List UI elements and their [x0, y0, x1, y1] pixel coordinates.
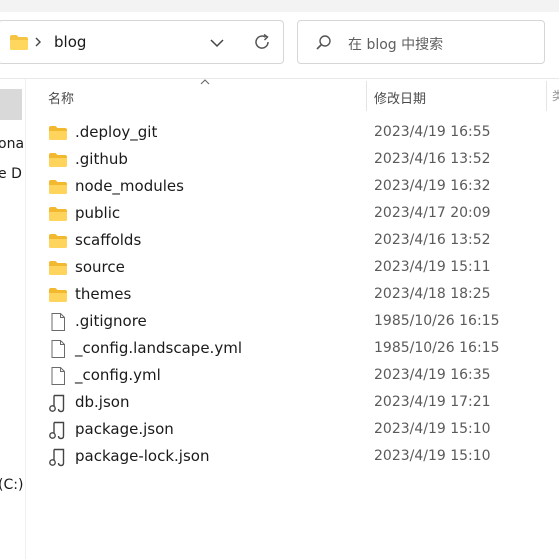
- file-name[interactable]: _config.landscape.yml: [75, 339, 242, 357]
- file-modified-date: 2023/4/19 16:32: [374, 178, 491, 194]
- file-name[interactable]: .gitignore: [75, 312, 147, 330]
- nav-item-fragment[interactable]: ona: [0, 136, 24, 152]
- folder-icon: [48, 177, 68, 197]
- file-modified-date: 2023/4/18 18:25: [374, 286, 491, 302]
- file-modified-date: 2023/4/16 13:52: [374, 151, 491, 167]
- file-name[interactable]: .github: [75, 150, 128, 168]
- file-modified-date: 2023/4/19 17:21: [374, 394, 491, 410]
- file-modified-date: 2023/4/19 15:10: [374, 448, 491, 464]
- file-modified-date: 2023/4/19 16:55: [374, 124, 491, 140]
- navigation-pane[interactable]: ona e D (C:): [0, 79, 24, 559]
- file-row[interactable]: package-lock.json 2023/4/19 15:10: [26, 443, 559, 470]
- file-modified-date: 2023/4/19 16:35: [374, 367, 491, 383]
- file-modified-date: 2023/4/19 15:11: [374, 259, 491, 275]
- file-name[interactable]: _config.yml: [75, 366, 161, 384]
- breadcrumb-current[interactable]: blog: [54, 33, 86, 51]
- file-name[interactable]: themes: [75, 285, 131, 303]
- chevron-down-icon[interactable]: [209, 35, 225, 54]
- file-row[interactable]: source 2023/4/19 15:11: [26, 254, 559, 281]
- file-name[interactable]: package-lock.json: [75, 447, 209, 465]
- chevron-right-icon[interactable]: [33, 34, 43, 54]
- file-modified-date: 2023/4/16 13:52: [374, 232, 491, 248]
- file-row[interactable]: themes 2023/4/18 18:25: [26, 281, 559, 308]
- file-modified-date: 1985/10/26 16:15: [374, 340, 500, 356]
- file-icon: [48, 366, 68, 386]
- file-row[interactable]: db.json 2023/4/19 17:21: [26, 389, 559, 416]
- file-modified-date: 1985/10/26 16:15: [374, 313, 500, 329]
- file-row[interactable]: node_modules 2023/4/19 16:32: [26, 173, 559, 200]
- column-header-modified[interactable]: 修改日期: [374, 88, 426, 107]
- column-resize-handle[interactable]: [366, 81, 367, 111]
- folder-icon: [48, 150, 68, 170]
- file-icon: [48, 339, 68, 359]
- file-name[interactable]: scaffolds: [75, 231, 141, 249]
- folder-icon: [48, 204, 68, 224]
- search-box[interactable]: 在 blog 中搜索: [297, 20, 545, 64]
- file-name[interactable]: package.json: [75, 420, 174, 438]
- column-header-name[interactable]: 名称: [48, 88, 74, 107]
- file-row[interactable]: scaffolds 2023/4/16 13:52: [26, 227, 559, 254]
- file-name[interactable]: source: [75, 258, 125, 276]
- folder-icon: [9, 34, 29, 55]
- folder-icon: [48, 285, 68, 305]
- file-row[interactable]: .deploy_git 2023/4/19 16:55: [26, 119, 559, 146]
- column-header-type[interactable]: 类: [552, 87, 559, 104]
- column-resize-handle[interactable]: [546, 81, 547, 111]
- folder-icon: [48, 123, 68, 143]
- column-header-row: 名称 修改日期 类: [26, 79, 559, 113]
- file-row[interactable]: .github 2023/4/16 13:52: [26, 146, 559, 173]
- search-placeholder[interactable]: 在 blog 中搜索: [348, 34, 443, 54]
- file-list: .deploy_git 2023/4/19 16:55 .github 2023/4/…: [26, 119, 559, 470]
- file-name[interactable]: node_modules: [75, 177, 184, 195]
- nav-item-drive-c[interactable]: (C:): [0, 477, 23, 493]
- json-file-icon: [48, 420, 68, 440]
- file-row[interactable]: .gitignore 1985/10/26 16:15: [26, 308, 559, 335]
- nav-selected-item[interactable]: [0, 89, 22, 120]
- search-icon: [314, 33, 334, 57]
- file-modified-date: 2023/4/19 15:10: [374, 421, 491, 437]
- file-row[interactable]: public 2023/4/17 20:09: [26, 200, 559, 227]
- nav-item-fragment[interactable]: e D: [0, 166, 22, 182]
- title-strip: [0, 0, 559, 12]
- folder-icon: [48, 231, 68, 251]
- file-row[interactable]: _config.yml 2023/4/19 16:35: [26, 362, 559, 389]
- file-name[interactable]: public: [75, 204, 120, 222]
- file-modified-date: 2023/4/17 20:09: [374, 205, 491, 221]
- file-row[interactable]: package.json 2023/4/19 15:10: [26, 416, 559, 443]
- file-row[interactable]: _config.landscape.yml 1985/10/26 16:15: [26, 335, 559, 362]
- address-bar[interactable]: blog: [0, 20, 284, 64]
- json-file-icon: [48, 393, 68, 413]
- file-name[interactable]: .deploy_git: [75, 123, 157, 141]
- folder-icon: [48, 258, 68, 278]
- json-file-icon: [48, 447, 68, 467]
- file-icon: [48, 312, 68, 332]
- refresh-icon[interactable]: [252, 32, 272, 56]
- file-name[interactable]: db.json: [75, 393, 129, 411]
